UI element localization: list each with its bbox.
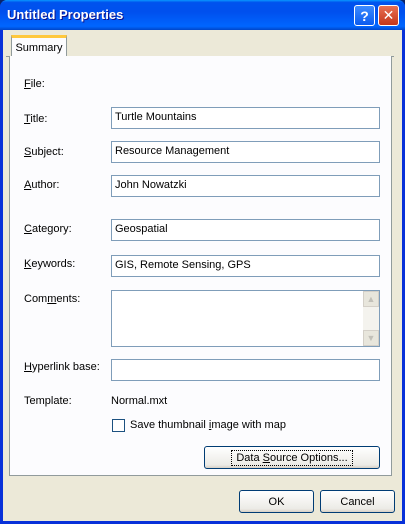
thumbnail-label[interactable]: Save thumbnail image with map [130, 419, 286, 431]
author-field[interactable]: John Nowatzki [111, 175, 380, 197]
subject-label: Subject: [24, 146, 64, 158]
title-field[interactable]: Turtle Mountains [111, 107, 380, 129]
ok-button[interactable]: OK [239, 490, 314, 513]
data-source-options-button[interactable]: Data Source Options... [204, 446, 380, 469]
cancel-button[interactable]: Cancel [320, 490, 395, 513]
category-field[interactable]: Geospatial [111, 219, 380, 241]
subject-field[interactable]: Resource Management [111, 141, 380, 163]
tab-summary[interactable]: Summary [11, 35, 67, 57]
hyperlink-field[interactable] [111, 359, 380, 381]
close-button[interactable]: ✕ [378, 5, 399, 26]
comments-field[interactable]: ▲ ▼ [111, 290, 380, 347]
keywords-field[interactable]: GIS, Remote Sensing, GPS [111, 255, 380, 277]
title-label: Title: [24, 113, 48, 125]
template-label: Template: [24, 395, 72, 407]
comments-label: Comments: [24, 293, 81, 305]
help-icon: ? [360, 7, 369, 24]
category-label: Category: [24, 223, 72, 235]
title-bar[interactable]: Untitled Properties ? ✕ [0, 0, 405, 30]
scroll-down-icon[interactable]: ▼ [363, 330, 379, 346]
file-label: File: [24, 78, 45, 90]
hyperlink-label: Hyperlink base: [24, 361, 100, 373]
keywords-label: Keywords: [24, 258, 76, 270]
window-title: Untitled Properties [7, 7, 124, 22]
tab-summary-label: Summary [15, 41, 63, 54]
author-label: Author: [24, 179, 60, 191]
data-source-options-label: Data Source Options... [231, 449, 353, 466]
scroll-up-icon[interactable]: ▲ [363, 291, 379, 307]
help-button[interactable]: ? [354, 5, 375, 26]
thumbnail-checkbox[interactable] [112, 419, 125, 432]
comments-scrollbar[interactable]: ▲ ▼ [363, 291, 379, 346]
template-value: Normal.mxt [111, 395, 168, 407]
close-icon: ✕ [382, 7, 395, 23]
